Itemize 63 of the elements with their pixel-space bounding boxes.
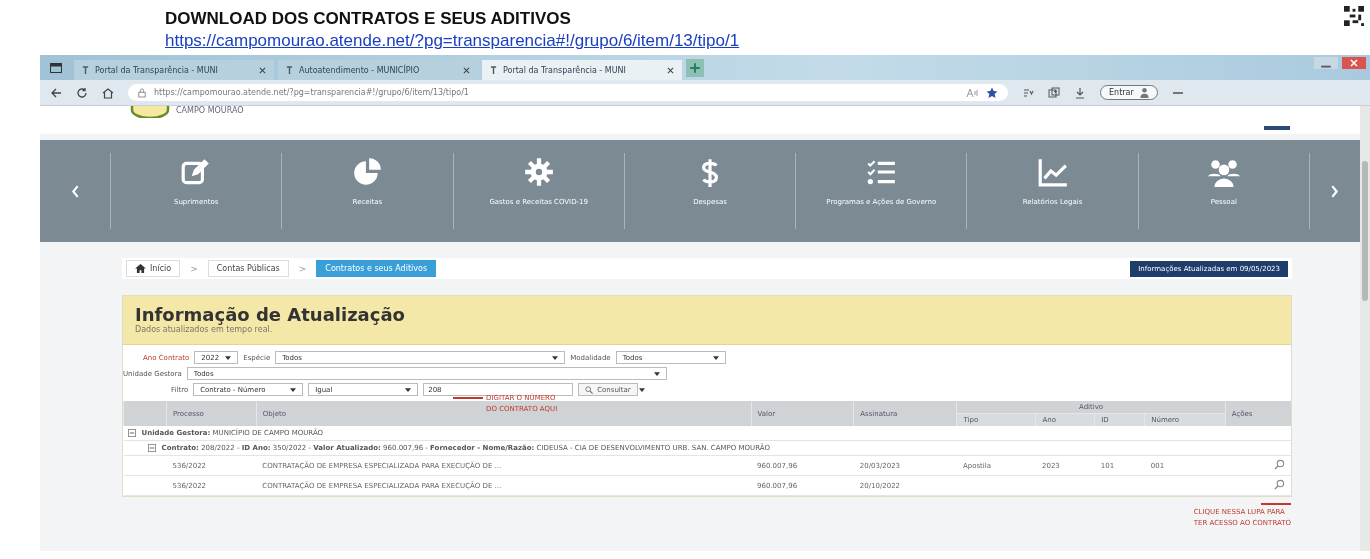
breadcrumb-separator: > [190,263,198,274]
more-icon[interactable] [1171,90,1184,95]
browser-tab[interactable]: Portal da Transparência - MUNI [482,60,682,80]
caret-icon [405,387,412,392]
lock-icon [138,87,146,98]
people-icon [1207,157,1240,187]
caret-icon[interactable] [638,387,645,392]
document-link[interactable]: https://campomourao.atende.net/?pg=transparencia#!/grupo/6/item/13/tipo/1 [165,30,740,52]
caret-icon [225,355,232,360]
logo-text: CAMPO MOURÃO [176,106,244,115]
favicon-icon [286,65,293,75]
pie-chart-icon [351,157,384,187]
caret-icon [552,355,559,360]
scrollbar[interactable] [1360,106,1370,551]
favicon-icon [82,65,89,75]
breadcrumb-item[interactable]: Início [126,260,181,277]
panel-title: Informação de Atualização [135,304,406,325]
favicon-icon [490,65,497,75]
favorites-icon[interactable] [1022,86,1034,99]
magnifier-icon[interactable] [1274,459,1285,470]
download-icon[interactable] [1074,86,1086,99]
collapse-icon[interactable] [127,429,136,437]
line-chart-icon [1036,157,1069,187]
tab-title: Portal da Transparência - MUNI [95,65,219,75]
reload-icon[interactable] [76,86,88,99]
leader-line [1261,503,1291,505]
browser-tab[interactable]: Portal da Transparência - MUNI [74,60,274,80]
magnifier-icon[interactable] [1274,479,1285,490]
search-icon [585,385,594,394]
close-icon[interactable] [259,66,266,74]
tab-actions-icon[interactable] [50,61,62,74]
collapse-icon[interactable] [147,444,156,452]
breadcrumb-item[interactable]: Contas Públicas [207,260,289,277]
new-tab-icon[interactable] [686,58,704,77]
close-icon[interactable] [667,66,674,74]
tab-title: Portal da Transparência - MUNI [503,65,627,75]
qr-code-icon [1344,6,1364,26]
caret-icon [290,387,297,392]
minimize-icon[interactable] [1314,57,1338,69]
favorite-star-icon[interactable] [986,86,998,99]
breadcrumb-separator: > [298,263,307,274]
close-icon[interactable] [1342,57,1366,69]
tab-title: Autoatendimento - MUNICÍPIO [299,65,421,75]
crest-icon [130,106,170,118]
panel-subtitle: Dados atualizados em tempo real. [135,325,274,334]
leader-line [453,397,483,399]
home-icon [135,264,146,273]
gear-icon [522,157,555,187]
caret-icon [653,371,660,376]
address-field[interactable]: https://campomourao.atende.net/?pg=transparencia#!/grupo/6/item/13/tipo/1 [128,84,1008,101]
chevron-left-icon[interactable] [70,184,80,198]
sign-in-button[interactable]: Entrar [1100,85,1158,100]
read-aloud-icon[interactable] [966,86,978,99]
close-icon[interactable] [463,66,470,74]
profile-icon [1139,87,1149,98]
collections-icon[interactable] [1048,86,1060,99]
back-icon[interactable] [50,86,62,99]
caret-icon [712,355,719,360]
home-icon[interactable] [102,86,114,99]
chevron-right-icon[interactable] [1330,184,1340,198]
header-accent-bar [1264,126,1290,130]
browser-tab[interactable]: Autoatendimento - MUNICÍPIO [278,60,478,80]
document-title: DOWNLOAD DOS CONTRATOS E SEUS ADITIVOS [165,8,571,30]
